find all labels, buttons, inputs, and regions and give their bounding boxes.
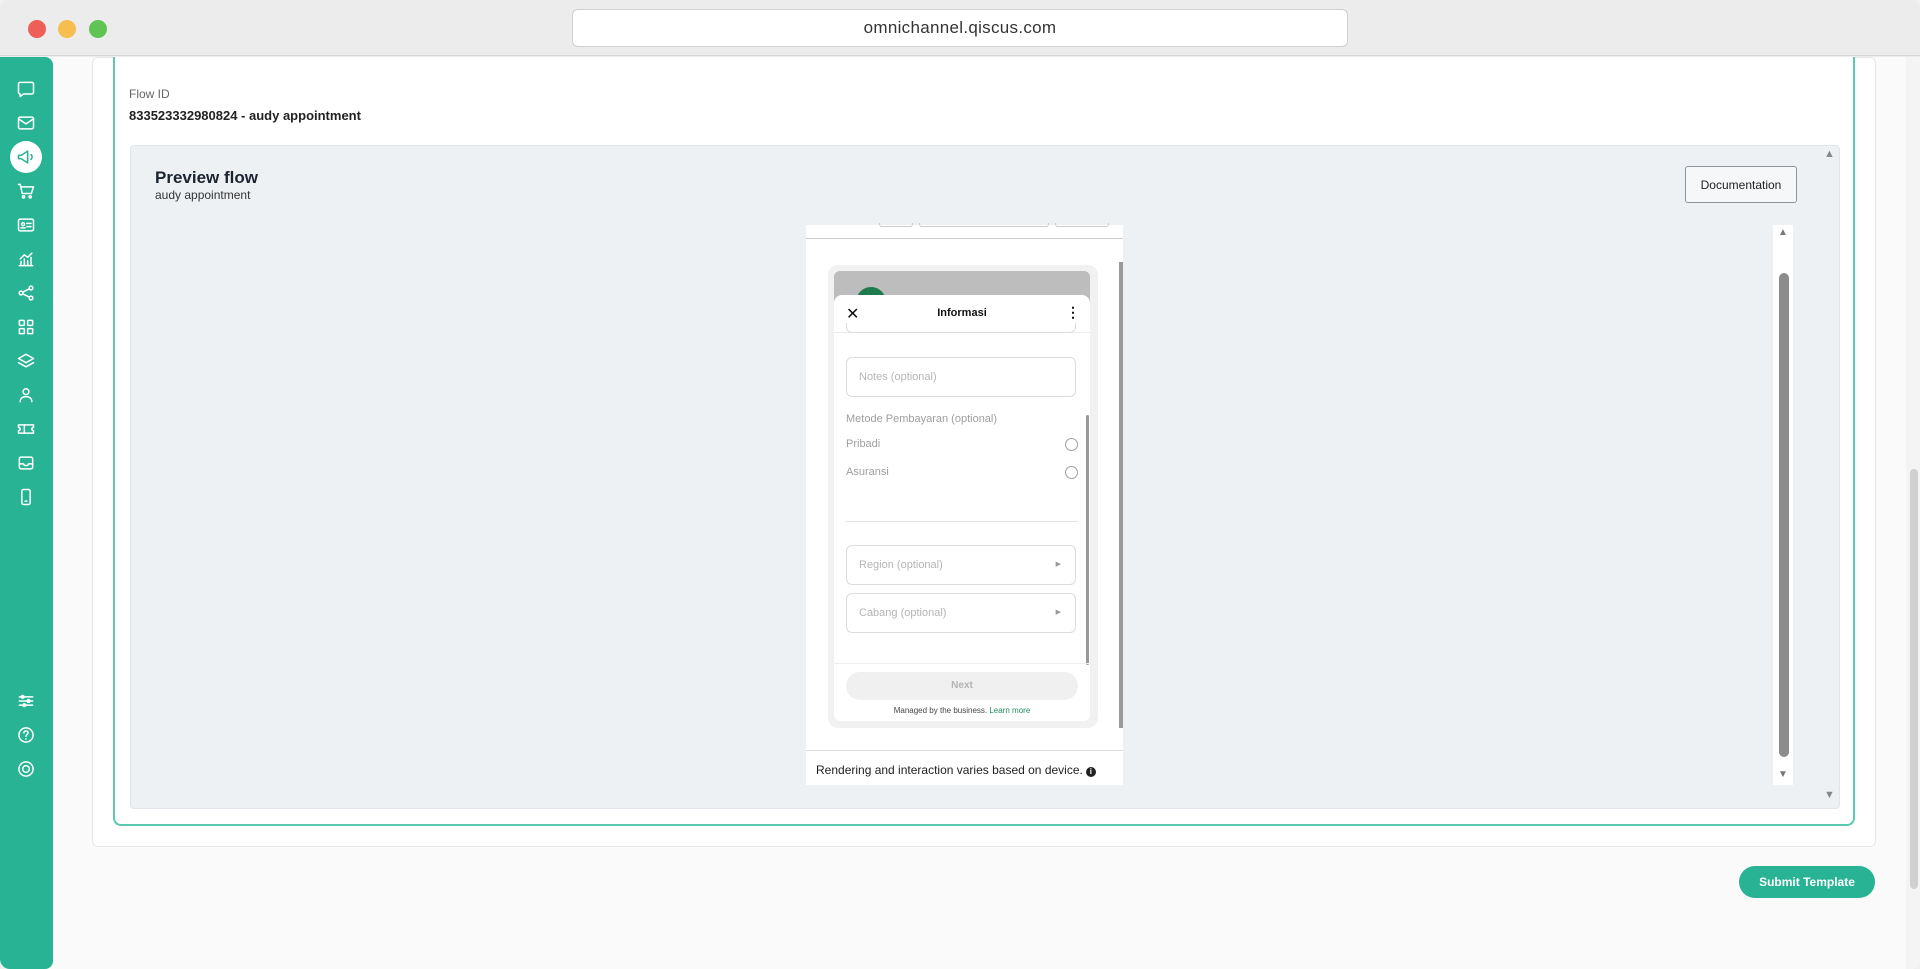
phone-mockup: ✕ Informasi ⋮ Notes (optional) Metode Pe…	[828, 265, 1098, 728]
share-nodes-icon	[18, 285, 34, 301]
submit-template-button[interactable]: Submit Template	[1739, 866, 1875, 898]
sidebar-item-layers[interactable]	[10, 345, 42, 377]
page-viewport: Flow ID 833523332980824 - audy appointme…	[0, 57, 1920, 969]
next-button[interactable]: Next	[846, 672, 1078, 700]
mail-icon	[17, 116, 35, 130]
page-scrollbar[interactable]	[1906, 57, 1920, 969]
device-note: Rendering and interaction varies based o…	[816, 763, 1096, 777]
contact-card-icon	[17, 218, 35, 232]
frame-footer: Rendering and interaction varies based o…	[806, 750, 1123, 785]
settings-sliders-icon	[18, 694, 34, 708]
ticket-icon	[17, 424, 35, 434]
scrollbar-thumb[interactable]	[1779, 273, 1789, 757]
panel-scroll-down-icon[interactable]: ▼	[1824, 789, 1835, 801]
preview-title: Preview flow	[155, 168, 258, 187]
chat-bubble-icon	[17, 81, 35, 98]
payment-option-label: Pribadi	[846, 438, 881, 450]
close-window-button[interactable]	[28, 20, 46, 38]
apps-grid-icon	[18, 319, 34, 335]
address-bar[interactable]: omnichannel.qiscus.com	[572, 9, 1348, 47]
payment-option-asuransi[interactable]: Asuransi	[846, 463, 1078, 483]
browser-titlebar: omnichannel.qiscus.com	[0, 0, 1920, 56]
preview-subtitle: audy appointment	[155, 188, 251, 202]
documentation-button[interactable]: Documentation	[1685, 166, 1797, 203]
sidebar-item-inbox[interactable]	[10, 447, 42, 479]
mobile-icon	[21, 488, 31, 506]
sidebar-item-contacts[interactable]	[10, 209, 42, 241]
more-menu-icon[interactable]: ⋮	[1066, 304, 1080, 321]
radio-button[interactable]	[1065, 466, 1078, 479]
frame-toolbar	[806, 223, 1123, 239]
cart-icon	[17, 183, 35, 199]
sidebar-item-commerce[interactable]	[10, 175, 42, 207]
info-icon[interactable]: i	[1085, 767, 1096, 777]
layers-icon	[17, 353, 35, 368]
managed-by-note: Managed by the business. Learn more	[834, 706, 1090, 715]
branch-placeholder: Cabang (optional)	[859, 607, 947, 619]
toolbar-tab	[1055, 223, 1109, 227]
scroll-down-icon[interactable]: ▼	[1778, 769, 1788, 780]
sidebar-item-power[interactable]	[10, 753, 42, 785]
payment-method-label: Metode Pembayaran (optional)	[846, 413, 998, 425]
payment-option-label: Asuransi	[846, 466, 889, 478]
minimize-window-button[interactable]	[58, 20, 76, 38]
power-icon	[18, 761, 34, 777]
flow-id-label: Flow ID	[129, 87, 170, 101]
browser-window: omnichannel.qiscus.com Flow ID 833523332…	[0, 0, 1920, 969]
device-note-text: Rendering and interaction varies based o…	[816, 763, 1083, 777]
flow-preview-frame: ✕ Informasi ⋮ Notes (optional) Metode Pe…	[806, 223, 1123, 785]
region-dropdown[interactable]: Region (optional) ▶	[846, 545, 1076, 585]
flow-sheet: ✕ Informasi ⋮ Notes (optional) Metode Pe…	[834, 295, 1090, 721]
sidebar-item-settings[interactable]	[10, 685, 42, 717]
sidebar-item-mobile[interactable]	[10, 481, 42, 513]
learn-more-link[interactable]: Learn more	[989, 706, 1030, 715]
preview-scrollbar[interactable]: ▲ ▼	[1773, 225, 1793, 785]
toolbar-tab	[919, 223, 1049, 227]
sidebar-item-help[interactable]	[10, 719, 42, 751]
user-agent-icon	[19, 388, 33, 403]
toolbar-tab	[879, 223, 913, 227]
scroll-up-icon[interactable]: ▲	[1778, 227, 1788, 238]
frame-scrollbar[interactable]	[1119, 262, 1123, 728]
page-scrollbar-thumb[interactable]	[1910, 469, 1918, 889]
region-placeholder: Region (optional)	[859, 559, 943, 571]
sidebar-item-tickets[interactable]	[10, 413, 42, 445]
sheet-header: ✕ Informasi ⋮	[834, 295, 1090, 333]
help-icon	[18, 727, 34, 743]
panel-scroll-up-icon[interactable]: ▲	[1824, 148, 1835, 160]
sidebar-item-apps[interactable]	[10, 311, 42, 343]
megaphone-icon	[17, 150, 33, 164]
payment-option-pribadi[interactable]: Pribadi	[846, 435, 1078, 455]
notes-field[interactable]: Notes (optional)	[846, 357, 1076, 397]
branch-dropdown[interactable]: Cabang (optional) ▶	[846, 593, 1076, 633]
sidebar-item-broadcast[interactable]	[10, 141, 42, 173]
maximize-window-button[interactable]	[89, 20, 107, 38]
sheet-footer: Next Managed by the business. Learn more	[834, 663, 1090, 721]
inbox-icon	[18, 456, 34, 470]
managed-text: Managed by the business.	[893, 706, 988, 715]
sidebar-item-agents[interactable]	[10, 379, 42, 411]
previous-field	[846, 323, 1076, 333]
radio-button[interactable]	[1065, 438, 1078, 451]
chevron-right-icon: ▶	[1055, 561, 1061, 568]
divider	[846, 521, 1078, 522]
sidebar-item-chat[interactable]	[10, 73, 42, 105]
sidebar-item-integration[interactable]	[10, 277, 42, 309]
chevron-right-icon: ▶	[1055, 609, 1061, 616]
sidebar-item-mail[interactable]	[10, 107, 42, 139]
sheet-title: Informasi	[937, 307, 987, 319]
analytics-icon	[18, 252, 34, 267]
flow-id-value: 833523332980824 - audy appointment	[129, 108, 361, 123]
sidebar	[0, 57, 53, 969]
sheet-scrollbar[interactable]	[1086, 415, 1089, 665]
sidebar-item-analytics[interactable]	[10, 243, 42, 275]
